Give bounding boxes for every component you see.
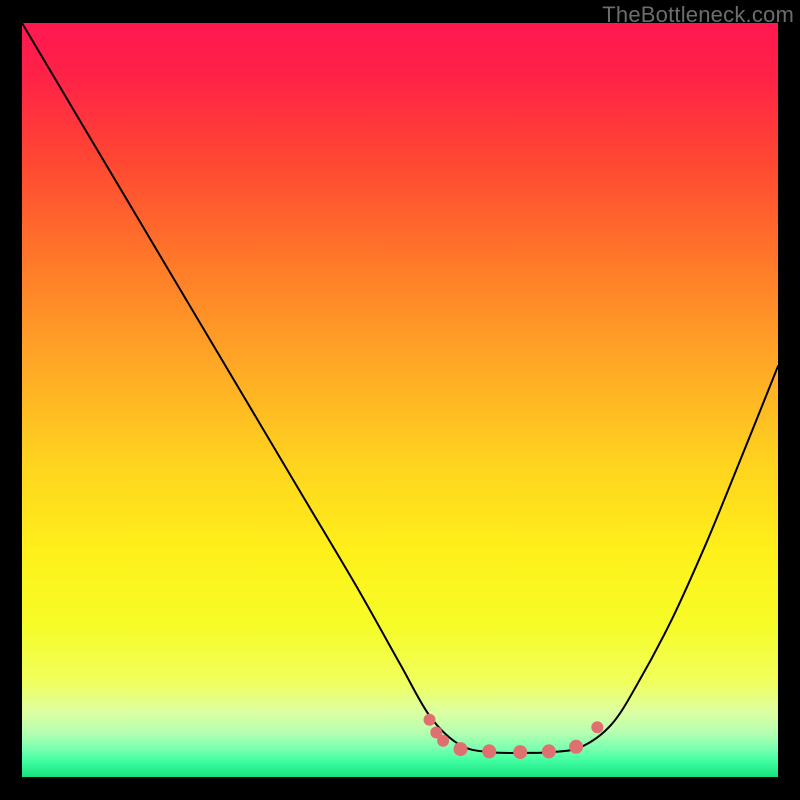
curve-marker [482, 744, 496, 758]
curve-marker [424, 714, 436, 726]
curve-marker [454, 742, 468, 756]
curve-marker [542, 744, 556, 758]
bottleneck-curve [22, 23, 778, 753]
chart-svg-layer [22, 23, 778, 777]
watermark-text: TheBottleneck.com [602, 2, 794, 28]
curve-marker [513, 745, 527, 759]
curve-marker [569, 740, 583, 754]
curve-marker [591, 721, 603, 733]
curve-marker [437, 735, 449, 747]
chart-frame: TheBottleneck.com [0, 0, 800, 800]
